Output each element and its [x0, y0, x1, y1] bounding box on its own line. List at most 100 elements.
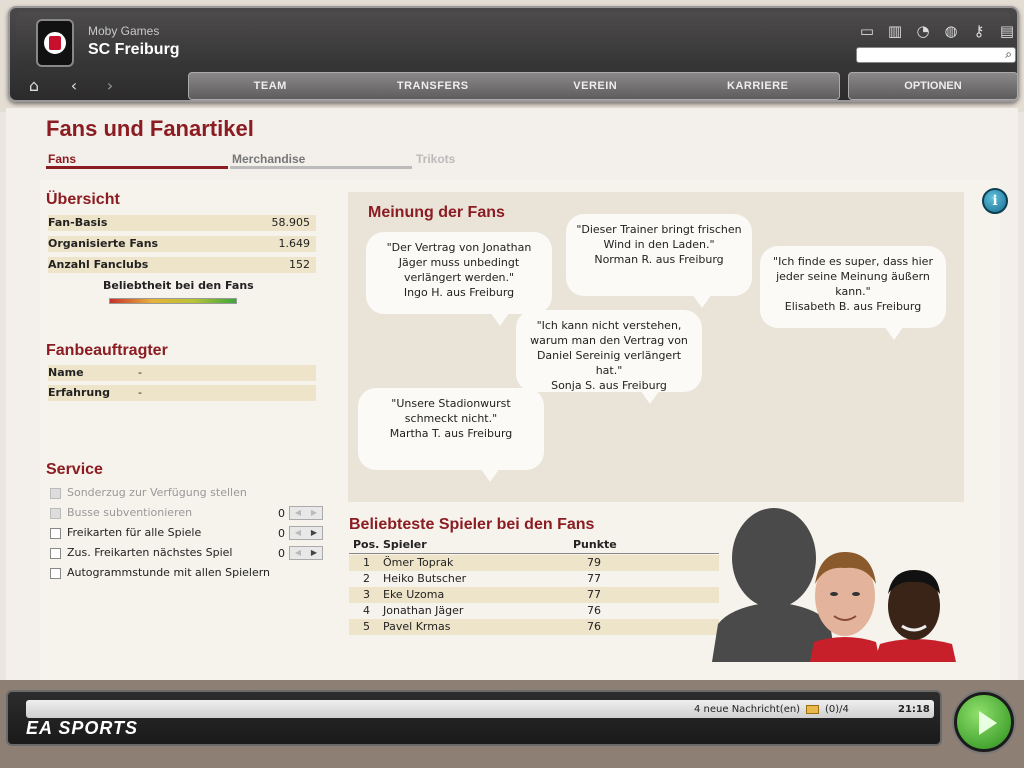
- cell-name: Pavel Krmas: [383, 620, 451, 633]
- increment-icon: ▶: [310, 508, 318, 517]
- column-header: Spieler: [383, 538, 427, 551]
- cell-name: Eke Uzoma: [383, 588, 445, 601]
- increment-icon[interactable]: ▶: [306, 547, 322, 559]
- opinions-title: Meinung der Fans: [368, 204, 505, 221]
- table-row[interactable]: 3 Eke Uzoma 77: [349, 587, 719, 603]
- checkbox: [50, 507, 61, 519]
- row-label: Organisierte Fans: [48, 237, 159, 250]
- service-count: 0: [278, 547, 285, 560]
- home-icon[interactable]: ⌂: [20, 73, 48, 99]
- column-header: Pos.: [353, 538, 380, 551]
- speech-bubble: "Ich kann nicht verstehen, warum man den…: [516, 310, 702, 404]
- mail-count: (0)/4: [825, 704, 849, 715]
- club-name: SC Freiburg: [88, 41, 180, 58]
- tab-team[interactable]: TEAM: [189, 73, 352, 99]
- tab-karriere[interactable]: KARRIERE: [677, 73, 840, 99]
- service-label: Sonderzug zur Verfügung stellen: [67, 486, 247, 499]
- cell-points: 79: [587, 556, 601, 569]
- fanbeauftragter-row: Name -: [48, 365, 316, 381]
- subtab-merchandise[interactable]: Merchandise: [232, 152, 305, 166]
- quantity-stepper[interactable]: ◀ ▶: [289, 526, 323, 540]
- service-label: Zus. Freikarten nächstes Spiel: [67, 546, 233, 559]
- document-search-icon[interactable]: ▤: [996, 22, 1018, 40]
- cell-points: 76: [587, 620, 601, 633]
- quantity-stepper[interactable]: ◀ ▶: [289, 546, 323, 560]
- bubble-tail: [490, 312, 510, 326]
- cell-name: Heiko Butscher: [383, 572, 467, 585]
- quote-text: "Ich kann nicht verstehen, warum man den…: [530, 319, 688, 377]
- search-icon[interactable]: ⌕: [1005, 47, 1012, 62]
- decrement-icon[interactable]: ◀: [290, 547, 306, 559]
- quote-text: "Unsere Stadionwurst schmeckt nicht.": [391, 397, 511, 425]
- row-label: Erfahrung: [48, 386, 110, 399]
- checkbox[interactable]: [50, 547, 61, 559]
- service-item[interactable]: Freikarten für alle Spiele: [50, 526, 201, 539]
- cell-points: 76: [587, 604, 601, 617]
- tab-verein[interactable]: VEREIN: [514, 73, 677, 99]
- speech-bubble: "Ich finde es super, dass hier jeder sei…: [760, 246, 946, 340]
- cell-name: Jonathan Jäger: [383, 604, 464, 617]
- stats-icon[interactable]: ▥: [884, 22, 906, 40]
- news-notice[interactable]: 4 neue Nachricht(en): [694, 704, 800, 715]
- info-icon[interactable]: i: [982, 188, 1008, 214]
- mail-icon[interactable]: [806, 705, 819, 714]
- fan-opinions-panel: Meinung der Fans "Der Vertrag von Jonath…: [348, 192, 964, 502]
- cell-points: 77: [587, 572, 601, 585]
- bubble-tail: [640, 390, 660, 404]
- checkbox: [50, 487, 61, 499]
- quote-text: "Ich finde es super, dass hier jeder sei…: [773, 255, 933, 298]
- service-title: Service: [46, 461, 103, 478]
- overview-row: Anzahl Fanclubs 152: [48, 257, 316, 273]
- service-item[interactable]: Autogrammstunde mit allen Spielern: [50, 566, 270, 579]
- app-window: Moby Games SC Freiburg ▭ ▥ ◔ ◍ ⚷ ▤ ⌕ ⌂ ‹…: [0, 0, 1024, 768]
- header: Moby Games SC Freiburg ▭ ▥ ◔ ◍ ⚷ ▤ ⌕ ⌂ ‹…: [8, 6, 1019, 102]
- service-item: Busse subventionieren: [50, 506, 192, 519]
- quote-text: "Der Vertrag von Jonathan Jäger muss unb…: [386, 241, 532, 284]
- forward-arrow-icon[interactable]: ›: [96, 73, 124, 99]
- row-value: -: [138, 386, 142, 399]
- fanbeauftragter-row: Erfahrung -: [48, 385, 316, 401]
- overview-title: Übersicht: [46, 191, 120, 208]
- keys-icon[interactable]: ⚷: [968, 22, 990, 40]
- overview-row: Organisierte Fans 1.649: [48, 236, 316, 252]
- service-count: 0: [278, 507, 285, 520]
- increment-icon[interactable]: ▶: [306, 527, 322, 539]
- subtab-fans[interactable]: Fans: [48, 152, 76, 166]
- continue-button[interactable]: [954, 692, 1014, 752]
- cell-pos: 3: [363, 588, 370, 601]
- quote-author: Norman R. aus Freiburg: [594, 253, 724, 266]
- row-label: Name: [48, 366, 84, 379]
- manager-name: Moby Games: [88, 24, 160, 38]
- table-row[interactable]: 4 Jonathan Jäger 76: [349, 603, 719, 619]
- table-row[interactable]: 5 Pavel Krmas 76: [349, 619, 719, 635]
- checkbox[interactable]: [50, 527, 61, 539]
- players-title: Beliebteste Spieler bei den Fans: [349, 516, 595, 533]
- navbar: ⌂ ‹ › TEAM TRANSFERS VEREIN KARRIERE OPT…: [16, 70, 1018, 100]
- crest-emblem: [42, 30, 68, 56]
- service-item[interactable]: Zus. Freikarten nächstes Spiel: [50, 546, 232, 559]
- play-icon: [979, 711, 997, 735]
- search-input[interactable]: ⌕: [856, 47, 1016, 63]
- fanbeauftragter-title: Fanbeauftragter: [46, 342, 168, 359]
- service-count: 0: [278, 527, 285, 540]
- table-row[interactable]: 2 Heiko Butscher 77: [349, 571, 719, 587]
- quote-author: Elisabeth B. aus Freiburg: [784, 300, 922, 313]
- tab-optionen[interactable]: OPTIONEN: [848, 72, 1018, 100]
- service-label: Autogrammstunde mit allen Spielern: [67, 566, 271, 579]
- popularity-label: Beliebtheit bei den Fans: [103, 279, 254, 292]
- table-row[interactable]: 1 Ömer Toprak 79: [349, 555, 719, 571]
- window-icon[interactable]: ▭: [856, 22, 878, 40]
- back-arrow-icon[interactable]: ‹: [60, 73, 88, 99]
- decrement-icon[interactable]: ◀: [290, 527, 306, 539]
- checkbox[interactable]: [50, 567, 61, 579]
- spinner-icon[interactable]: ◔: [912, 22, 934, 40]
- service-label: Busse subventionieren: [67, 506, 193, 519]
- row-label: Fan-Basis: [48, 216, 108, 229]
- cell-pos: 5: [363, 620, 370, 633]
- speech-bubble: "Unsere Stadionwurst schmeckt nicht." Ma…: [358, 388, 544, 482]
- bubble-tail: [692, 294, 712, 308]
- cell-name: Ömer Toprak: [383, 556, 454, 569]
- globe-icon[interactable]: ◍: [940, 22, 962, 40]
- main-tabs: TEAM TRANSFERS VEREIN KARRIERE: [188, 72, 840, 100]
- tab-transfers[interactable]: TRANSFERS: [352, 73, 515, 99]
